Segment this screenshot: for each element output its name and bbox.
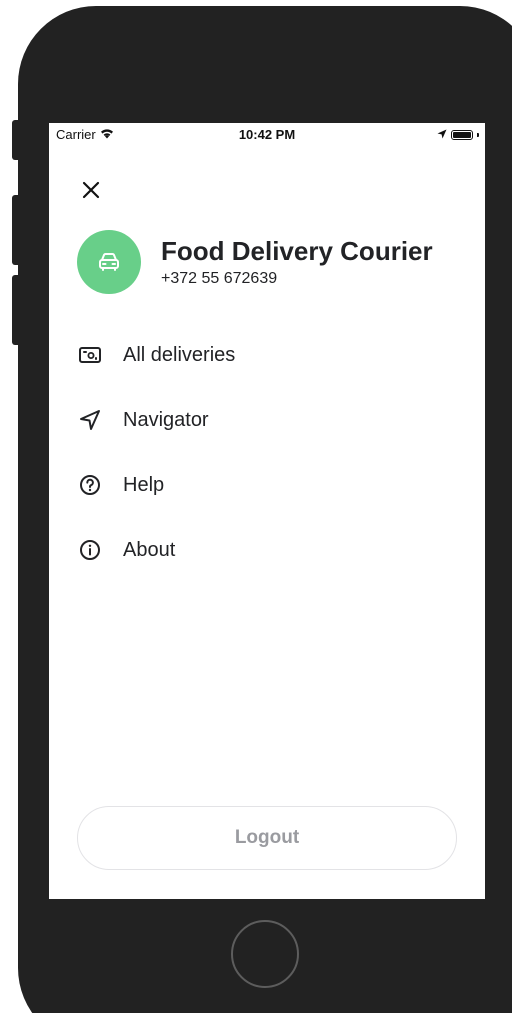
status-time: 10:42 PM xyxy=(238,127,296,142)
menu-label-navigator: Navigator xyxy=(123,408,209,431)
status-bar: Carrier 10:42 PM xyxy=(49,123,485,145)
menu-item-about[interactable]: About xyxy=(77,534,457,566)
info-circle-icon xyxy=(77,537,103,563)
menu-label-all-deliveries: All deliveries xyxy=(123,343,236,366)
close-icon xyxy=(82,181,100,199)
profile-phone: +372 55 672639 xyxy=(161,270,278,287)
menu-item-help[interactable]: Help xyxy=(77,469,457,501)
battery-icon xyxy=(451,129,473,140)
logout-label: Logout xyxy=(234,827,300,848)
menu-item-all-deliveries[interactable]: All deliveries xyxy=(77,339,457,371)
side-menu: All deliveries Navigator Help About xyxy=(77,339,457,599)
deliveries-icon xyxy=(77,342,103,368)
device-mockup: Carrier 10:42 PM Food Delivery Courier +… xyxy=(0,0,512,1013)
status-right xyxy=(437,127,479,142)
navigation-arrow-icon xyxy=(77,407,103,433)
profile-name: Food Delivery Courier xyxy=(161,236,433,266)
profile-header: Food Delivery Courier +372 55 672639 xyxy=(77,230,433,294)
menu-label-help: Help xyxy=(123,473,165,496)
home-button[interactable] xyxy=(231,920,299,988)
question-circle-icon xyxy=(77,472,103,498)
avatar xyxy=(77,230,141,294)
battery-tip xyxy=(477,132,479,137)
profile-text: Food Delivery Courier +372 55 672639 xyxy=(161,236,433,288)
app-screen: Carrier 10:42 PM Food Delivery Courier +… xyxy=(49,123,485,899)
logout-button[interactable]: Logout xyxy=(77,806,457,870)
close-button[interactable] xyxy=(79,178,103,202)
menu-item-navigator[interactable]: Navigator xyxy=(77,404,457,436)
car-icon xyxy=(99,253,119,271)
location-arrow-icon xyxy=(437,127,447,142)
menu-label-about: About xyxy=(123,538,176,561)
